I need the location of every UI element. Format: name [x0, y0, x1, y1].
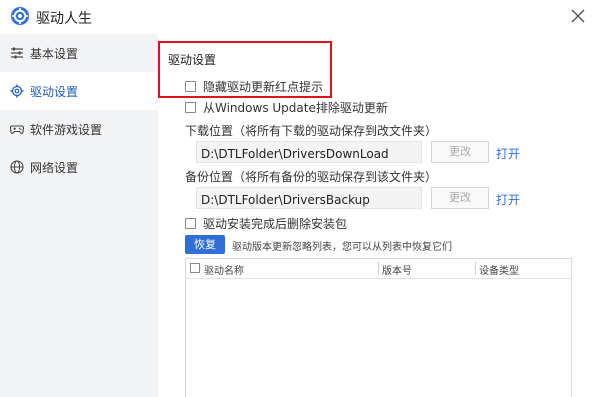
delete-package-checkbox[interactable] [185, 218, 196, 229]
exclude-windows-update-label: 从Windows Update排除驱动更新 [203, 101, 388, 115]
delete-package-option[interactable]: 驱动安装完成后删除安装包 [185, 215, 347, 232]
download-change-button[interactable]: 更改 [431, 141, 489, 163]
title-bar: 驱动人生 [0, 0, 600, 34]
hide-red-dot-option[interactable]: 隐藏驱动更新红点提示 [185, 78, 323, 95]
sidebar: 基本设置 驱动设置 软件游戏设置 网络设置 [0, 34, 158, 397]
ignored-drivers-table: 驱动名称 版本号 设备类型 [185, 258, 572, 397]
globe-icon [10, 160, 24, 174]
download-open-link[interactable]: 打开 [496, 145, 520, 162]
exclude-windows-update-checkbox[interactable] [185, 102, 196, 113]
close-icon[interactable] [566, 4, 590, 28]
backup-path-field[interactable] [196, 187, 422, 209]
sidebar-item-basic-settings[interactable]: 基本设置 [0, 34, 158, 72]
app-logo-icon [11, 7, 29, 25]
section-title: 驱动设置 [168, 53, 217, 67]
column-header-version[interactable]: 版本号 [382, 262, 412, 277]
sidebar-item-label: 软件游戏设置 [30, 122, 103, 137]
download-location-label: 下载位置（将所有下载的驱动保存到改文件夹） [185, 124, 438, 138]
column-header-device-type[interactable]: 设备类型 [479, 262, 519, 277]
table-header: 驱动名称 版本号 设备类型 [186, 259, 571, 279]
sidebar-item-driver-settings[interactable]: 驱动设置 [0, 72, 158, 110]
column-divider [378, 262, 379, 275]
restore-button[interactable]: 恢复 [185, 235, 225, 254]
settings-window: 驱动人生 基本设置 驱动设置 软件游戏设置 网络设置 驱动设置 隐藏驱动更新红点… [0, 0, 600, 397]
column-header-driver-name[interactable]: 驱动名称 [204, 262, 244, 277]
sidebar-item-label: 网络设置 [30, 160, 79, 175]
hide-red-dot-checkbox[interactable] [185, 81, 196, 92]
gear-icon [10, 84, 24, 98]
restore-hint: 驱动版本更新忽略列表，您可以从列表中恢复它们 [232, 242, 452, 253]
backup-change-button[interactable]: 更改 [431, 187, 489, 209]
backup-open-link[interactable]: 打开 [496, 191, 520, 208]
sliders-icon [11, 47, 23, 59]
driver-settings-panel: 驱动设置 隐藏驱动更新红点提示 从Windows Update排除驱动更新 下载… [158, 34, 600, 397]
hide-red-dot-label: 隐藏驱动更新红点提示 [203, 80, 324, 94]
sidebar-item-network-settings[interactable]: 网络设置 [0, 148, 158, 186]
download-path-field[interactable] [196, 141, 422, 163]
exclude-windows-update-option[interactable]: 从Windows Update排除驱动更新 [185, 99, 388, 116]
column-divider [475, 262, 476, 275]
backup-location-label: 备份位置（将所有备份的驱动保存到该文件夹） [185, 170, 438, 184]
sidebar-item-label: 基本设置 [30, 46, 79, 61]
sidebar-item-software-game-settings[interactable]: 软件游戏设置 [0, 110, 158, 148]
gamepad-icon [10, 125, 24, 134]
sidebar-item-label: 驱动设置 [30, 84, 79, 99]
delete-package-label: 驱动安装完成后删除安装包 [203, 217, 348, 231]
window-title: 驱动人生 [36, 11, 92, 27]
select-all-checkbox[interactable] [190, 263, 200, 273]
